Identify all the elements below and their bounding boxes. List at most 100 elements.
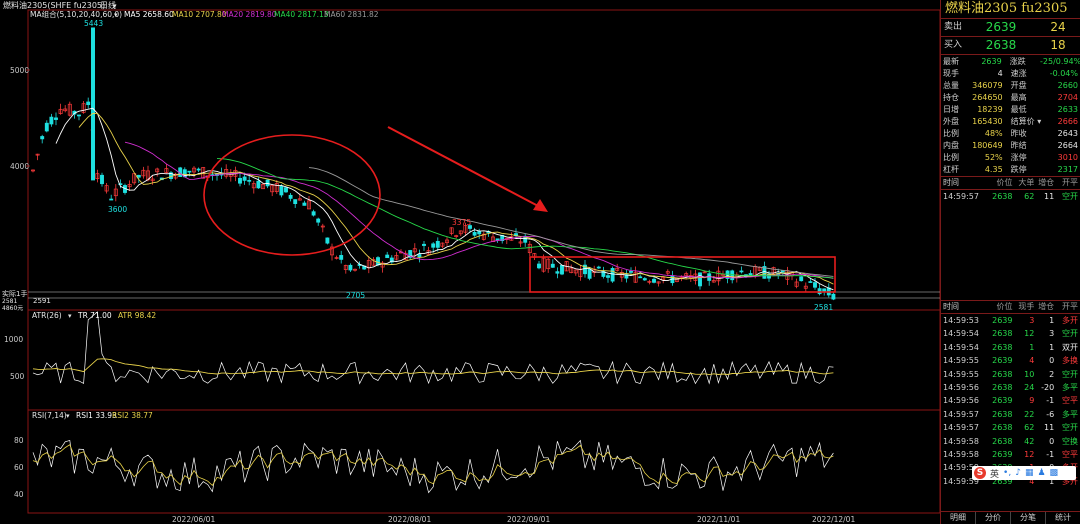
quote-row: 内盘 180649 昨结 2664	[941, 140, 1080, 152]
rsi-panel-frame	[27, 409, 940, 514]
atr-lines	[32, 311, 834, 385]
x-axis: 2022/06/01 2022/08/01 2022/09/01 2022/11…	[172, 515, 855, 524]
sell-row[interactable]: 卖出 2639 24	[941, 19, 1080, 37]
quote-value: 2660	[1057, 81, 1078, 90]
rsi-label[interactable]: RSI(7,14)	[32, 411, 67, 420]
tick-type: 空平	[1062, 396, 1079, 406]
candle-body	[302, 202, 307, 206]
big-order-row[interactable]: 14:59:57 2638 62 11 空开	[941, 190, 1080, 301]
ma60-value: MA60 2831.82	[324, 10, 379, 19]
tick-volume: 9	[1029, 396, 1035, 406]
candle-body	[44, 122, 49, 132]
ma5-value: MA5 2658.60	[124, 10, 174, 19]
candle-body	[339, 255, 344, 260]
high-annotation: 5443	[84, 19, 103, 28]
quote-label: 总量	[943, 81, 959, 90]
sogou-logo-icon[interactable]: S	[974, 467, 986, 479]
tick-row[interactable]: 14:59:56 2638 24 -20 多平	[941, 381, 1080, 394]
shirt-icon[interactable]: ♟	[1037, 468, 1045, 478]
tick-row[interactable]: 14:59:54 2638 12 3 空开	[941, 327, 1080, 340]
quote-label: 现手	[943, 69, 959, 78]
quote-row: 总量 346079 开盘 2660	[941, 80, 1080, 92]
tick-volume: 12	[1024, 329, 1035, 339]
tick-row[interactable]: 14:59:53 2639 3 1 多开	[941, 314, 1080, 327]
ime-toolbar[interactable]: S 英 •, ♪ ▦ ♟ ▩	[972, 466, 1076, 480]
chevron-down-icon[interactable]: ▾	[68, 312, 72, 320]
rsi-y-tick-80: 80	[14, 436, 24, 445]
rsi2-line	[32, 444, 834, 487]
candle-body	[136, 174, 141, 178]
dot-icon[interactable]: •,	[1003, 468, 1011, 478]
tick-time: 14:59:57	[943, 423, 979, 433]
candle-body	[376, 257, 380, 266]
candle-body	[537, 263, 541, 269]
candle-body	[288, 194, 293, 199]
tick-row[interactable]: 14:59:57 2638 22 -6 多平	[941, 408, 1080, 421]
tick-list[interactable]: 14:59:53 2639 3 1 多开 14:59:54 2638 12 3 空开 14:59:5…	[941, 314, 1080, 488]
atr-label[interactable]: ATR(26)	[32, 311, 62, 320]
quote-label: 最高	[1010, 93, 1027, 102]
tick-row[interactable]: 14:59:58 2639 12 -1 空平	[941, 448, 1080, 461]
candle-body	[730, 270, 735, 281]
chevron-down-icon[interactable]: ▾	[66, 412, 70, 420]
quote-value: 264650	[972, 93, 1003, 102]
tick-price: 2639	[992, 396, 1013, 406]
tick-row[interactable]: 14:59:57 2638 62 11 空开	[941, 421, 1080, 434]
tick-price: 2638	[992, 423, 1013, 433]
tab-stats[interactable]: 统计	[1046, 512, 1080, 524]
tab-price[interactable]: 分价	[976, 512, 1011, 524]
quote-label[interactable]: 结算价 ▾	[1007, 116, 1042, 128]
tab-detail[interactable]: 明细	[941, 512, 976, 524]
quote-value: 165430	[972, 117, 1003, 126]
quote-row: 外盘 165430 结算价 ▾ 2666	[941, 116, 1080, 128]
ma-line	[78, 112, 834, 285]
chevron-down-icon[interactable]: ▾	[113, 2, 117, 10]
candle-body	[702, 271, 707, 274]
tab-tick[interactable]: 分笔	[1011, 512, 1046, 524]
candle-body	[606, 275, 610, 278]
atr-y-tick-500: 500	[10, 372, 25, 381]
candle-body	[100, 174, 104, 185]
candle-body	[279, 185, 284, 196]
quote-label: 比例	[943, 129, 959, 138]
quote-row: 持仓 264650 最高 2704	[941, 92, 1080, 104]
kline-chart-area[interactable]: 燃料油2305(SHFE fu2305) 日线 ▾ MA组合(5,10,20,4…	[0, 0, 940, 524]
tick-row[interactable]: 14:59:54 2638 1 1 双开	[941, 341, 1080, 354]
ime-lang[interactable]: 英	[990, 467, 999, 480]
quote-label: 比例	[943, 153, 959, 162]
buy-row[interactable]: 买入 2638 18	[941, 37, 1080, 55]
tick-time: 14:59:58	[943, 449, 979, 459]
price-line-label: 2591	[33, 297, 51, 305]
buy-volume: 18	[1050, 38, 1066, 52]
candle-body	[652, 278, 656, 283]
candle-body	[808, 281, 813, 283]
tick-row[interactable]: 14:59:58 2638 42 0 空换	[941, 435, 1080, 448]
keyboard-icon[interactable]: ▦	[1025, 468, 1034, 478]
atr-value: ATR 98.42	[118, 311, 156, 320]
candle-body	[739, 270, 744, 273]
quote-value: 2317	[1057, 165, 1078, 174]
lot-price-label: 2581	[2, 298, 17, 305]
ma-group-label[interactable]: MA组合(5,10,20,40,60,0)	[30, 9, 122, 19]
panel-tabs: 明细 分价 分笔 统计	[941, 511, 1080, 524]
tick-price: 2638	[992, 409, 1013, 419]
quote-label: 外盘	[943, 117, 959, 126]
chevron-down-icon[interactable]: ▾	[114, 11, 118, 19]
tick-row[interactable]: 14:59:55 2638 10 2 空开	[941, 368, 1080, 381]
tick-price: 2638	[992, 436, 1013, 446]
tick-volume: 42	[1024, 436, 1035, 446]
atr-panel-frame	[27, 309, 940, 411]
tick-row[interactable]: 14:59:56 2639 9 -1 空平	[941, 394, 1080, 407]
candle-body	[698, 272, 702, 287]
grid-icon[interactable]: ▩	[1050, 468, 1059, 478]
mic-icon[interactable]: ♪	[1015, 468, 1021, 478]
tick-oi-change: -6	[1046, 409, 1055, 419]
tick-volume: 10	[1024, 369, 1035, 379]
arrow-shaft	[387, 126, 541, 208]
candle-body	[435, 240, 440, 248]
candle-body	[555, 271, 560, 274]
quote-value: -0.04%	[1049, 69, 1078, 78]
quote-label: 涨停	[1010, 153, 1027, 162]
tick-row[interactable]: 14:59:55 2639 4 0 多换	[941, 354, 1080, 367]
candle-body	[431, 243, 436, 248]
